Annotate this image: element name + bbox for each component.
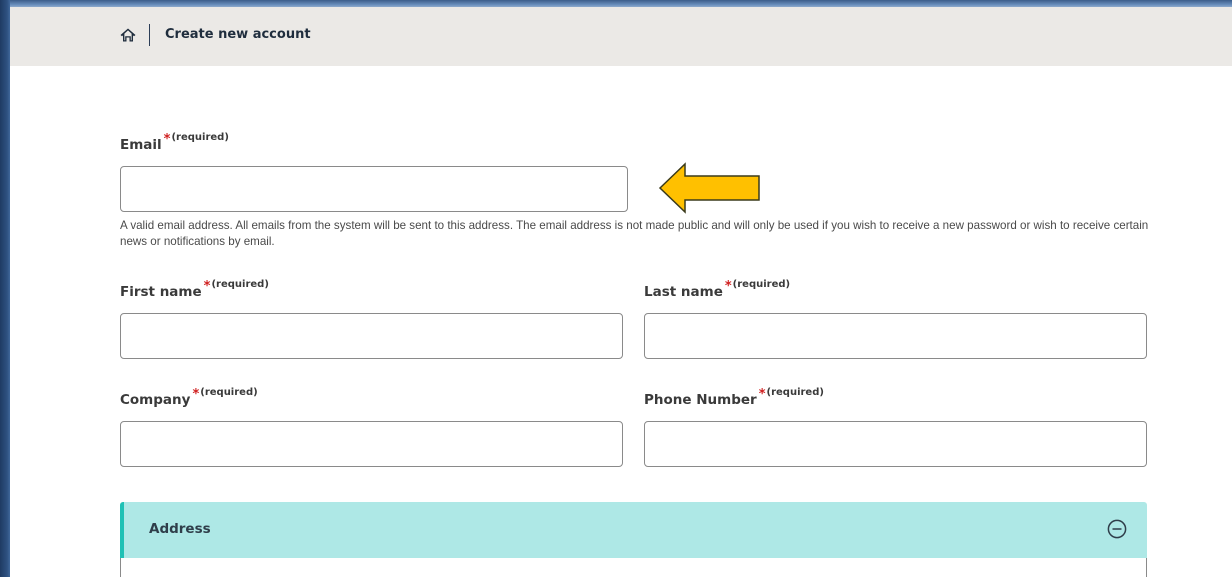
phone-number-field[interactable] xyxy=(644,421,1147,467)
required-star: * xyxy=(163,132,171,147)
page: Create new account Email *(required) A va… xyxy=(10,7,1232,577)
email-label-text: Email xyxy=(120,137,162,153)
address-section-title: Address xyxy=(149,521,211,537)
first-name-label-text: First name xyxy=(120,284,202,300)
required-star: * xyxy=(758,387,766,402)
breadcrumb-divider xyxy=(149,24,150,46)
required-star: * xyxy=(203,279,211,294)
required-text: (required) xyxy=(200,387,258,398)
company-label-text: Company xyxy=(120,392,191,408)
last-name-field[interactable] xyxy=(644,313,1147,359)
email-label: Email *(required) xyxy=(120,132,229,153)
home-icon[interactable] xyxy=(120,28,136,42)
phone-number-label: Phone Number *(required) xyxy=(644,387,824,408)
arrow-left-icon xyxy=(658,162,760,214)
breadcrumb-current: Create new account xyxy=(165,27,311,42)
last-name-label: Last name *(required) xyxy=(644,279,790,300)
first-name-field[interactable] xyxy=(120,313,623,359)
required-text: (required) xyxy=(732,279,791,290)
window-frame-left xyxy=(0,0,10,577)
minus-circle-icon[interactable] xyxy=(1107,519,1127,539)
email-help-text: A valid email address. All emails from t… xyxy=(120,219,1149,248)
required-text: (required) xyxy=(766,387,824,398)
last-name-label-text: Last name xyxy=(644,284,723,300)
email-field[interactable] xyxy=(120,166,628,212)
required-star: * xyxy=(724,279,732,294)
address-section-body xyxy=(120,558,1147,577)
breadcrumb: Create new account xyxy=(10,7,1232,66)
company-label: Company *(required) xyxy=(120,387,258,408)
required-star: * xyxy=(192,387,200,402)
required-text: (required) xyxy=(171,132,229,143)
company-field[interactable] xyxy=(120,421,623,467)
address-section-header[interactable]: Address xyxy=(120,502,1147,558)
phone-number-label-text: Phone Number xyxy=(644,392,757,408)
required-text: (required) xyxy=(211,279,269,290)
first-name-label: First name *(required) xyxy=(120,279,269,300)
